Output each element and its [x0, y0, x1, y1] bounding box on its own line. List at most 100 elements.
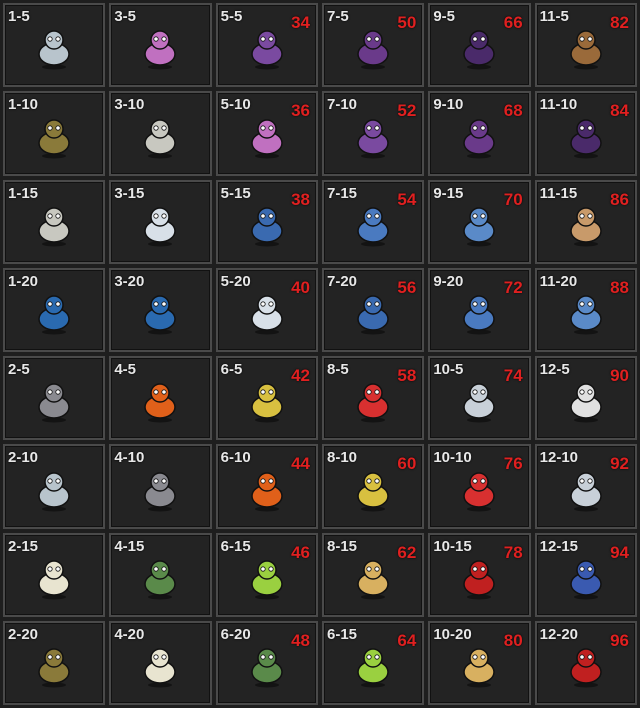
- stage-tile[interactable]: 2-15: [3, 532, 106, 617]
- stage-tile[interactable]: 8-15 62: [322, 532, 425, 617]
- stage-tile[interactable]: 8-10 60: [322, 444, 425, 529]
- wolf-icon: [570, 471, 602, 512]
- stage-tile[interactable]: 9-20 72: [428, 267, 531, 352]
- stage-label: 12-15: [539, 537, 579, 555]
- nurse-icon: [357, 383, 389, 423]
- stage-tile[interactable]: 7-15 54: [322, 179, 425, 264]
- reward-number: 52: [397, 101, 417, 121]
- jester-icon: [144, 30, 177, 70]
- stage-label: 8-10: [327, 449, 358, 467]
- cannon-icon: [144, 471, 177, 512]
- stage-tile[interactable]: 11-20 88: [534, 267, 637, 352]
- reward-number: 60: [397, 454, 417, 474]
- stage-tile[interactable]: 12-10 92: [534, 444, 637, 529]
- stage-tile[interactable]: 1-15: [3, 179, 106, 264]
- reward-number: 76: [503, 454, 523, 474]
- stage-label: 9-5: [433, 8, 456, 25]
- bear-icon: [357, 560, 389, 600]
- reward-number: 90: [610, 366, 629, 385]
- stage-tile[interactable]: 11-15 86: [534, 179, 637, 264]
- stage-tile[interactable]: 5-5 34: [215, 3, 318, 88]
- stage-tile[interactable]: 6-5 42: [215, 356, 318, 441]
- stage-label: 1-15: [8, 184, 39, 202]
- stage-label: 3-20: [114, 272, 145, 290]
- stage-tile[interactable]: 3-5: [109, 3, 212, 88]
- stage-tile[interactable]: 12-15 94: [534, 532, 637, 617]
- bear-icon: [463, 648, 496, 688]
- stage-tile[interactable]: 4-5: [109, 356, 212, 441]
- reward-number: 56: [397, 277, 417, 297]
- stage-tile[interactable]: 5-20 40: [215, 267, 318, 352]
- reward-number: 74: [503, 366, 523, 385]
- stage-label: 8-15: [327, 537, 358, 555]
- stage-tile[interactable]: 1-20: [3, 267, 106, 352]
- stage-tile[interactable]: 1-5: [3, 3, 106, 88]
- stage-tile[interactable]: 6-15 64: [322, 620, 425, 705]
- elephant-icon: [38, 30, 70, 70]
- stage-label: 5-20: [220, 272, 251, 290]
- wizard-icon: [570, 560, 602, 600]
- reward-number: 66: [503, 13, 523, 32]
- genie-icon: [251, 383, 283, 423]
- stage-tile[interactable]: 10-15 78: [428, 532, 531, 617]
- stage-label: 1-20: [8, 272, 39, 290]
- frog-icon: [570, 295, 602, 335]
- stage-label: 7-5: [327, 8, 349, 25]
- stage-label: 4-5: [114, 361, 137, 378]
- stage-tile[interactable]: 9-5 66: [428, 3, 531, 88]
- stage-label: 11-5: [539, 8, 569, 25]
- stage-tile[interactable]: 3-15: [109, 179, 212, 264]
- spider-icon: [463, 560, 496, 600]
- snowman-icon: [144, 207, 177, 247]
- stage-tile[interactable]: 4-15: [109, 532, 212, 617]
- stage-tile[interactable]: 10-10 76: [428, 444, 531, 529]
- stage-label: 12-10: [539, 449, 579, 467]
- stage-tile[interactable]: 11-10 84: [534, 91, 637, 176]
- reward-number: 80: [503, 630, 523, 650]
- snowman-icon: [251, 295, 283, 335]
- stage-tile[interactable]: 11-5 82: [534, 3, 637, 88]
- stage-label: 11-20: [539, 272, 578, 290]
- stage-tile[interactable]: 12-20 96: [534, 620, 637, 705]
- fairy-icon: [251, 560, 283, 600]
- reward-number: 62: [397, 542, 417, 562]
- stage-tile[interactable]: 9-10 68: [428, 91, 531, 176]
- stage-tile[interactable]: 6-15 46: [215, 532, 318, 617]
- stage-tile[interactable]: 7-5 50: [322, 3, 425, 88]
- mummy-icon: [144, 118, 177, 159]
- reward-number: 38: [291, 189, 310, 209]
- stage-tile[interactable]: 1-10: [3, 91, 106, 176]
- stage-tile[interactable]: 2-10: [3, 444, 106, 529]
- reward-number: 64: [397, 630, 417, 650]
- stage-tile[interactable]: 4-20: [109, 620, 212, 705]
- stage-tile[interactable]: 9-15 70: [428, 179, 531, 264]
- stage-tile[interactable]: 5-10 36: [215, 91, 318, 176]
- stage-tile[interactable]: 10-5 74: [428, 356, 531, 441]
- stage-label: 3-5: [114, 8, 137, 25]
- spider-icon: [570, 648, 602, 688]
- stage-tile[interactable]: 3-10: [109, 91, 212, 176]
- stage-label: 12-20: [539, 625, 579, 643]
- stage-tile[interactable]: 10-20 80: [428, 620, 531, 705]
- girl-icon: [570, 207, 602, 247]
- unicorn-icon: [38, 560, 70, 600]
- stage-label: 10-15: [433, 537, 472, 555]
- stage-label: 3-15: [114, 184, 145, 202]
- stage-tile[interactable]: 8-5 58: [322, 356, 425, 441]
- stage-tile[interactable]: 4-10: [109, 444, 212, 529]
- stage-label: 2-20: [8, 625, 39, 643]
- stage-tile[interactable]: 12-5 90: [534, 356, 637, 441]
- tree-stump-icon: [38, 118, 70, 159]
- stage-tile[interactable]: 7-10 52: [322, 91, 425, 176]
- stage-tile[interactable]: 7-20 56: [322, 267, 425, 352]
- reward-number: 58: [397, 366, 417, 385]
- stage-tile[interactable]: 6-10 44: [215, 444, 318, 529]
- stage-tile[interactable]: 2-5: [3, 356, 106, 441]
- stage-tile[interactable]: 3-20: [109, 267, 212, 352]
- stage-tile[interactable]: 6-20 48: [215, 620, 318, 705]
- stage-tile[interactable]: 2-20: [3, 620, 106, 705]
- stage-label: 6-5: [220, 361, 243, 378]
- stage-label: 2-15: [8, 537, 39, 555]
- stage-tile[interactable]: 5-15 38: [215, 179, 318, 264]
- stage-label: 5-15: [220, 184, 251, 202]
